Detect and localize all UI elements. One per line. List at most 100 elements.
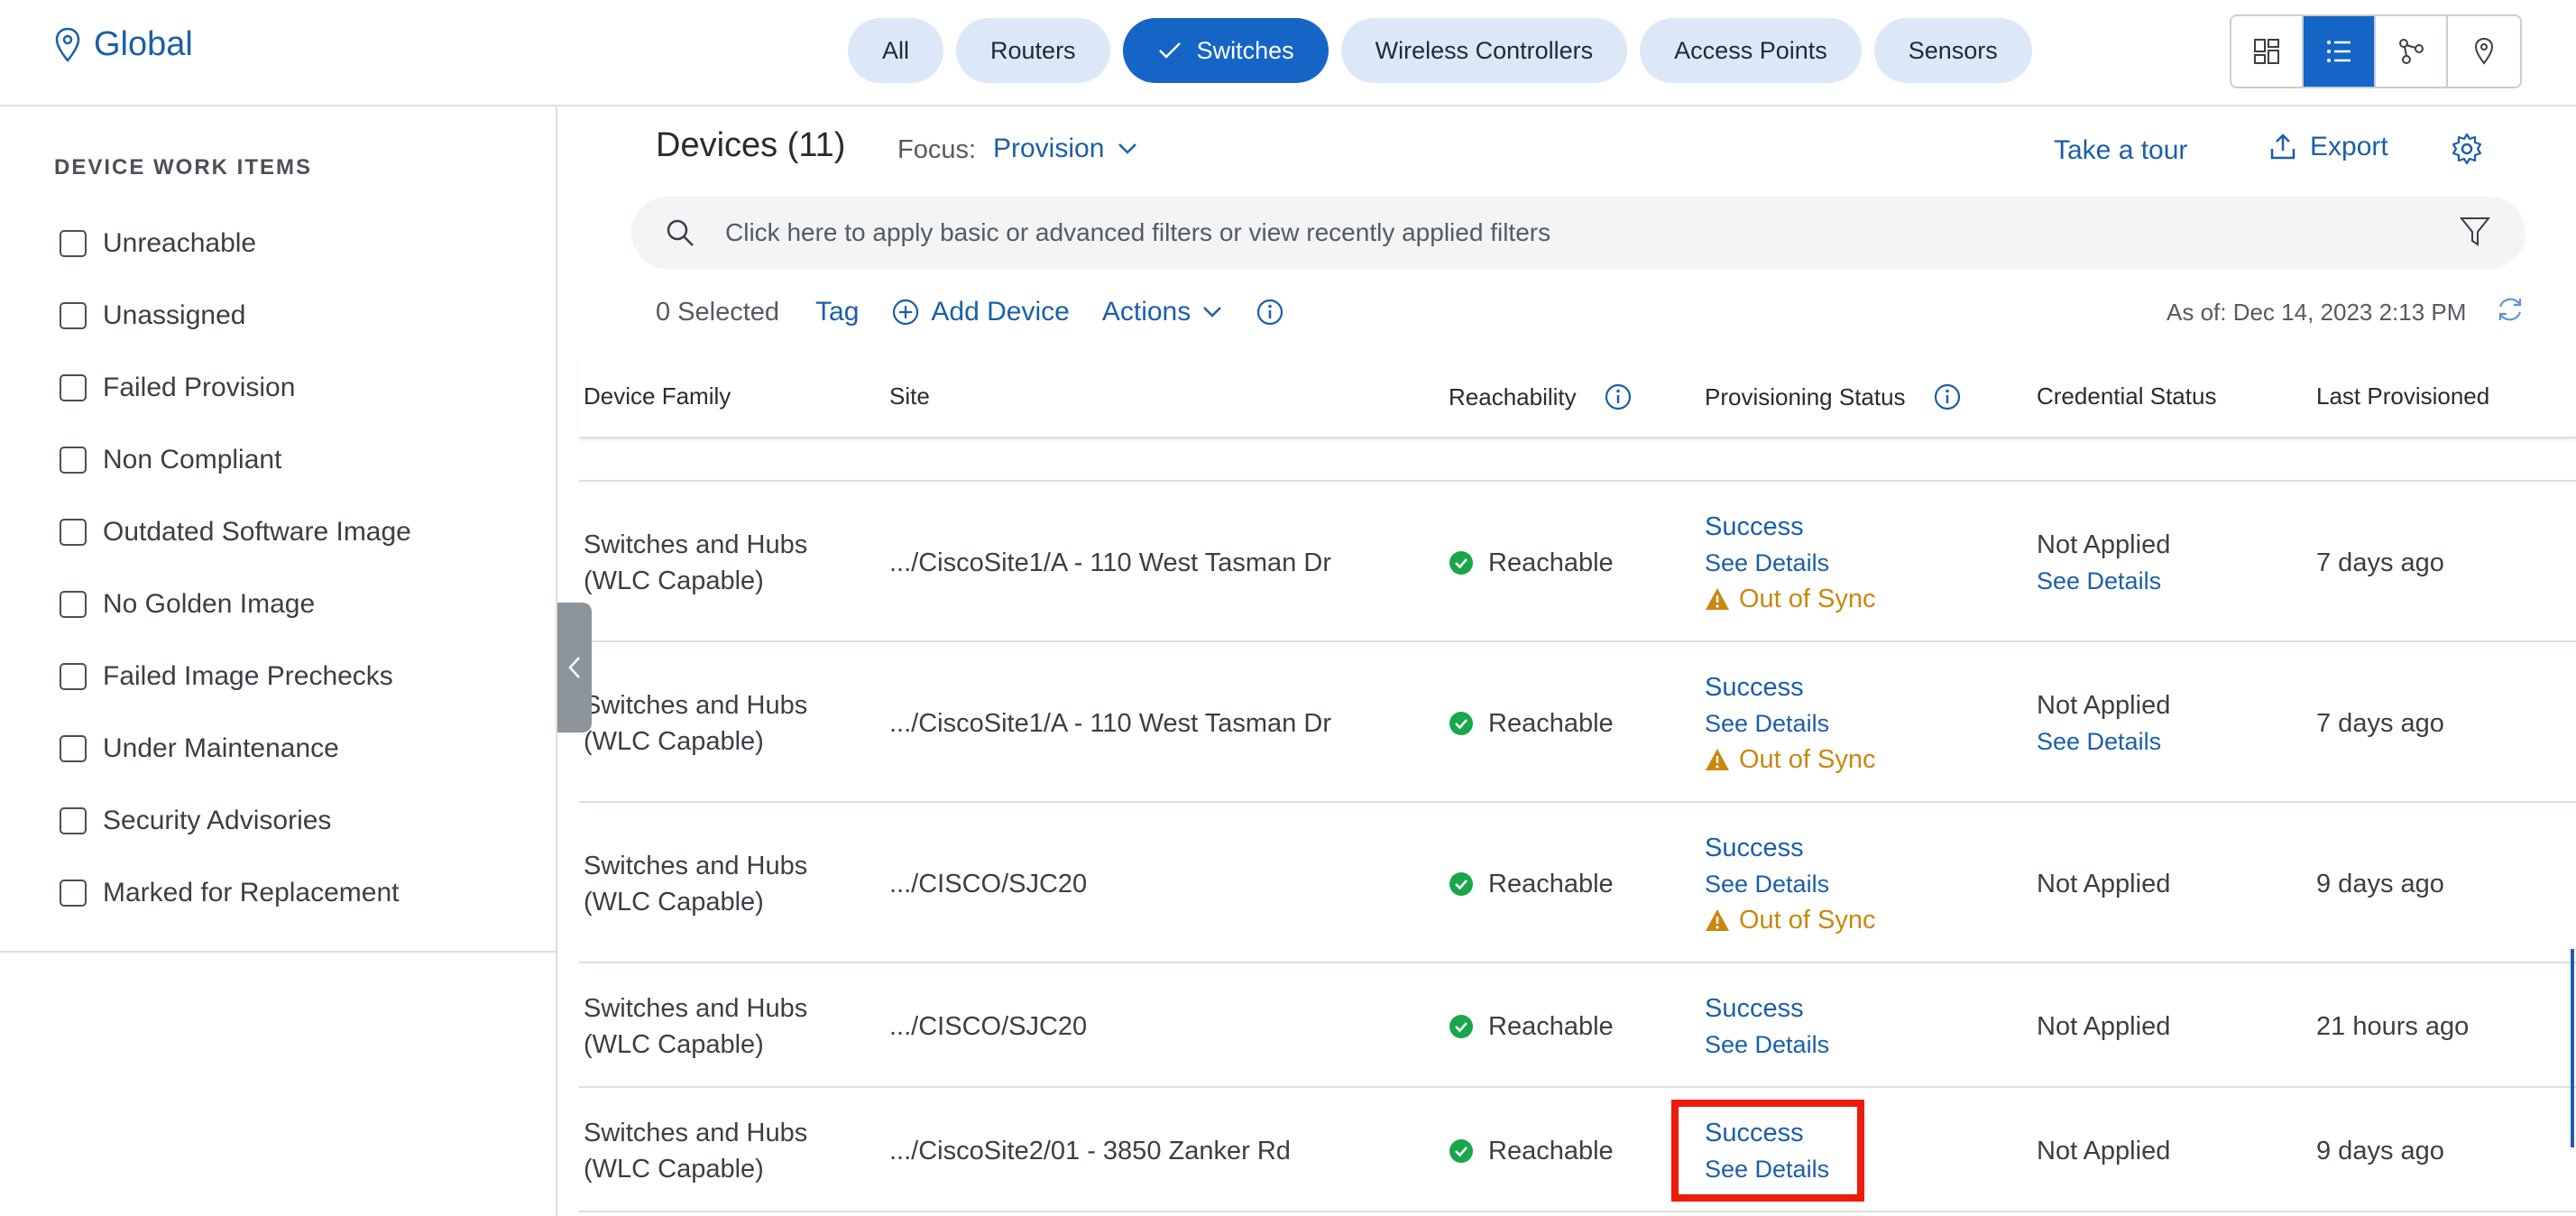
work-item-marked-for-replacement[interactable]: Marked for Replacement [60,857,411,929]
work-item-under-maintenance[interactable]: Under Maintenance [60,713,411,785]
map-view-button[interactable] [2448,16,2520,87]
reachability-cell: Reachable [1449,1009,1614,1045]
top-bar: Global All Routers Switches Wireless Con… [0,0,2576,106]
checkbox[interactable] [60,302,87,329]
provision-status-link[interactable]: Success [1705,990,1829,1027]
credential-status-cell: Not Applied [2037,1009,2170,1045]
checkbox[interactable] [60,519,87,546]
device-family: Switches and Hubs [584,691,808,720]
column-header-site[interactable]: Site [889,382,930,410]
grid-view-button[interactable] [2231,16,2304,87]
map-view-icon [2474,37,2494,65]
info-icon[interactable] [1256,298,1284,327]
check-circle-icon [1449,551,1473,575]
checkbox[interactable] [60,735,87,762]
table-row[interactable]: Switches and Hubs (WLC Capable) .../Cisco… [579,484,2576,642]
see-details-link[interactable]: See Details [1705,545,1876,581]
tab-label: Access Points [1674,36,1827,64]
info-icon[interactable] [1933,382,1962,411]
tab-sensors[interactable]: Sensors [1873,18,2032,83]
tab-routers[interactable]: Routers [956,18,1110,83]
table-row-partial [579,438,2576,482]
column-header-last-provisioned[interactable]: Last Provisioned [2316,382,2489,410]
filter-bar[interactable] [631,197,2525,269]
column-header-provisioning-status[interactable]: Provisioning Status [1705,382,1962,411]
device-family-subtype: (WLC Capable) [584,567,764,595]
reachability-cell: Reachable [1449,1133,1614,1169]
check-icon [1158,42,1181,59]
work-items-title: DEVICE WORK ITEMS [54,155,313,180]
work-item-failed-image-prechecks[interactable]: Failed Image Prechecks [60,640,411,713]
work-item-label: Failed Image Prechecks [103,661,393,691]
work-item-outdated-software-image[interactable]: Outdated Software Image [60,496,411,568]
tag-button[interactable]: Tag [815,297,859,327]
collapse-panel-handle[interactable] [557,603,592,732]
work-item-security-advisories[interactable]: Security Advisories [60,785,411,857]
provision-status-link[interactable]: Success [1705,1115,1829,1151]
work-item-non-compliant[interactable]: Non Compliant [60,424,411,496]
see-details-link[interactable]: See Details [2037,723,2170,760]
take-a-tour-link[interactable]: Take a tour [2054,135,2187,166]
page-title: Devices (11) [656,126,846,164]
column-header-device-family[interactable]: Device Family [584,382,731,410]
column-header-credential-status[interactable]: Credential Status [2037,382,2216,410]
location-selector[interactable]: Global [54,25,193,64]
refresh-icon[interactable] [2495,294,2525,325]
checkbox[interactable] [60,591,87,618]
column-label: Provisioning Status [1705,382,1906,410]
tab-label: All [882,36,910,64]
info-icon[interactable] [1604,382,1633,411]
work-item-label: No Golden Image [103,589,316,619]
sync-status: Out of Sync [1705,581,1876,617]
scroll-indicator[interactable] [2571,949,2574,1147]
see-details-link[interactable]: See Details [1705,1151,1829,1187]
provision-status-link[interactable]: Success [1705,669,1876,705]
gear-icon[interactable] [2450,132,2484,166]
see-details-link[interactable]: See Details [1705,866,1876,902]
work-item-failed-provision[interactable]: Failed Provision [60,352,411,424]
tab-switches[interactable]: Switches [1122,18,1329,83]
table-row[interactable]: Switches and Hubs (WLC Capable) .../CISCO… [579,965,2576,1088]
checkbox[interactable] [60,447,87,474]
topology-view-button[interactable] [2376,16,2448,87]
add-device-label: Add Device [931,297,1070,327]
see-details-link[interactable]: See Details [1705,705,1876,742]
export-button[interactable]: Export [2268,132,2388,162]
see-details-link[interactable]: See Details [2037,563,2170,599]
add-device-button[interactable]: Add Device [891,297,1070,327]
filter-funnel-icon[interactable] [2459,215,2491,249]
table-row[interactable]: Switches and Hubs (WLC Capable) .../Cisco… [579,644,2576,803]
list-view-icon [2327,41,2351,62]
plus-circle-icon [893,299,919,326]
tab-access-points[interactable]: Access Points [1640,18,1862,83]
see-details-link[interactable]: See Details [1705,1027,1829,1063]
work-item-unassigned[interactable]: Unassigned [60,280,411,352]
provision-status-link[interactable]: Success [1705,509,1876,545]
tab-wireless-controllers[interactable]: Wireless Controllers [1340,18,1628,83]
table-row[interactable]: Switches and Hubs (WLC Capable) .../Cisco… [579,1090,2576,1212]
table-row[interactable]: Switches and Hubs (WLC Capable) .../CISCO… [579,805,2576,963]
provision-status-link[interactable]: Success [1705,830,1876,866]
site-cell: .../CISCO/SJC20 [889,1012,1088,1041]
tab-label: Sensors [1908,36,1998,64]
work-item-label: Failed Provision [103,373,296,402]
list-view-button[interactable] [2304,16,2376,87]
checkbox[interactable] [60,880,87,907]
actions-dropdown[interactable]: Actions [1102,297,1223,327]
column-label: Site [889,382,930,410]
column-header-reachability[interactable]: Reachability [1449,382,1633,411]
checkbox[interactable] [60,807,87,834]
column-label: Credential Status [2037,382,2217,410]
work-item-unreachable[interactable]: Unreachable [60,207,411,280]
tab-all[interactable]: All [848,18,944,83]
checkbox[interactable] [60,663,87,690]
sync-status-label: Out of Sync [1739,906,1876,935]
focus-dropdown[interactable]: Provision [993,134,1138,164]
warning-icon [1706,909,1729,931]
reachability-cell: Reachable [1449,866,1614,902]
filter-input[interactable] [725,213,2349,253]
work-item-no-golden-image[interactable]: No Golden Image [60,568,411,640]
reachability-status: Reachable [1488,1137,1614,1165]
checkbox[interactable] [60,230,87,257]
checkbox[interactable] [60,374,87,401]
